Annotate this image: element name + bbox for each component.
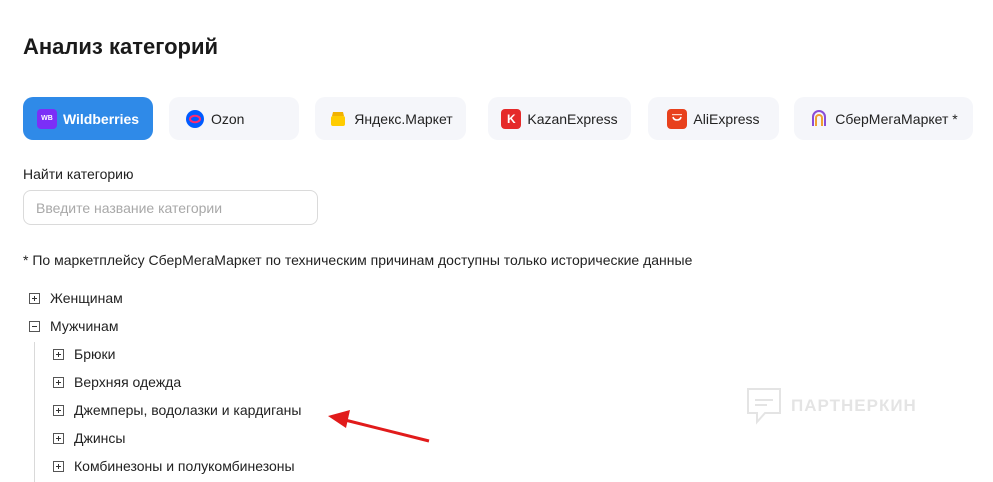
tab-kazanexpress-label: KazanExpress (527, 110, 618, 127)
aliexpress-icon (667, 108, 688, 129)
tree-item-label: Брюки (74, 346, 116, 362)
tab-kazanexpress[interactable]: K KazanExpress (488, 97, 631, 140)
tree-item-label: Женщинам (50, 290, 123, 306)
tree-item-women[interactable]: Женщинам (29, 288, 123, 308)
watermark-text: ПАРТНЕРКИН (791, 396, 917, 415)
tree-item-label: Комбинезоны и полукомбинезоны (74, 458, 295, 474)
tab-sbermegamarket-label: СберМегаМаркет * (835, 110, 958, 127)
tree-item-label: Мужчинам (50, 318, 119, 334)
expand-icon[interactable] (29, 292, 40, 304)
tree-item-label: Джинсы (74, 430, 126, 446)
page-title: Анализ категорий (23, 34, 219, 59)
expand-icon[interactable] (53, 460, 64, 472)
tree-item-label: Верхняя одежда (74, 374, 182, 390)
ozon-icon (185, 109, 205, 129)
expand-icon[interactable] (53, 376, 64, 388)
kazanexpress-icon: K (501, 108, 522, 129)
wb-icon: WB (36, 108, 57, 129)
sbermegamarket-icon (809, 109, 829, 129)
tab-yandex-market-label: Яндекс.Маркет (354, 110, 453, 127)
tab-wildberries[interactable]: WB Wildberries (23, 97, 153, 140)
tree-guide-line (34, 342, 35, 482)
tree-item-men[interactable]: Мужчинам (29, 316, 118, 336)
tab-aliexpress[interactable]: AliExpress (648, 97, 779, 140)
tree-item-label: Джемперы, водолазки и кардиганы (74, 402, 302, 418)
tree-item-overalls[interactable]: Комбинезоны и полукомбинезоны (53, 456, 295, 476)
tab-aliexpress-label: AliExpress (693, 110, 760, 127)
tree-item-jumpers[interactable]: Джемперы, водолазки и кардиганы (53, 400, 301, 420)
expand-icon[interactable] (53, 432, 64, 444)
tab-sbermegamarket[interactable]: СберМегаМаркет * (794, 97, 973, 140)
search-input[interactable] (23, 190, 318, 225)
search-label: Найти категорию (23, 166, 134, 182)
marketplace-note: * По маркетплейсу СберМегаМаркет по техн… (23, 252, 693, 268)
tab-wildberries-label: Wildberries (62, 110, 140, 127)
expand-icon[interactable] (53, 348, 64, 360)
tab-ozon-label: Ozon (211, 110, 245, 127)
yandex-market-icon (328, 109, 348, 129)
tree-item-trousers[interactable]: Брюки (53, 344, 115, 364)
tree-item-jeans[interactable]: Джинсы (53, 428, 125, 448)
collapse-icon[interactable] (29, 320, 40, 332)
tab-yandex-market[interactable]: Яндекс.Маркет (315, 97, 466, 140)
watermark: ПАРТНЕРКИН (745, 386, 917, 426)
tab-ozon[interactable]: Ozon (169, 97, 299, 140)
expand-icon[interactable] (53, 404, 64, 416)
tree-item-outerwear[interactable]: Верхняя одежда (53, 372, 181, 392)
watermark-logo-icon (747, 388, 781, 425)
